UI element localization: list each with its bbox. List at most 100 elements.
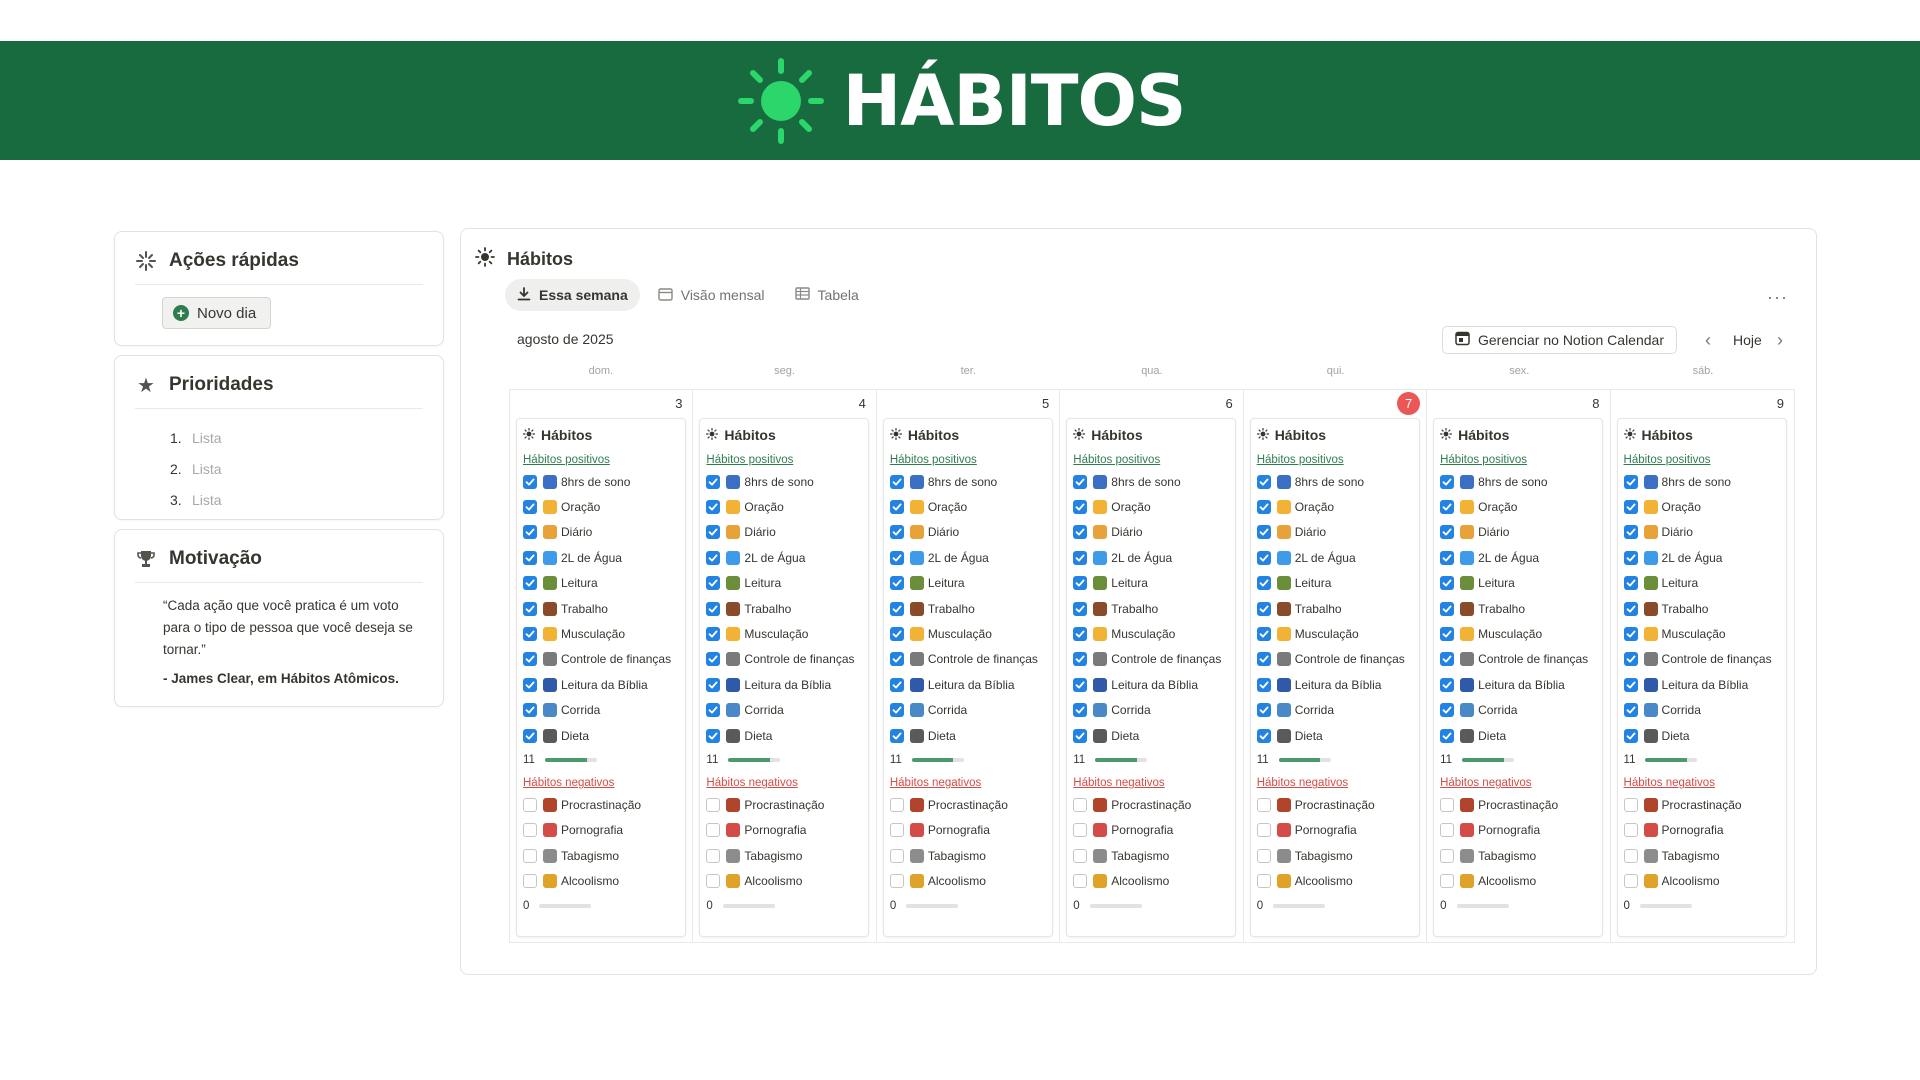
- habit-item[interactable]: Leitura da Bíblia: [523, 672, 679, 697]
- checkbox-checked[interactable]: [1073, 627, 1088, 642]
- checkbox-unchecked[interactable]: [1623, 848, 1638, 863]
- habit-item[interactable]: Procrastinação: [1073, 792, 1229, 817]
- negative-habits-label[interactable]: Hábitos negativos: [1073, 774, 1229, 792]
- habit-item[interactable]: Controle de finanças: [1623, 647, 1780, 672]
- habit-item[interactable]: Musculação: [1256, 621, 1413, 646]
- checkbox-unchecked[interactable]: [889, 823, 904, 838]
- checkbox-checked[interactable]: [1073, 703, 1088, 718]
- checkbox-checked[interactable]: [889, 550, 904, 565]
- checkbox-checked[interactable]: [1256, 652, 1271, 667]
- chevron-left-icon[interactable]: ‹: [1705, 330, 1711, 351]
- habit-item[interactable]: Leitura: [1623, 571, 1780, 596]
- checkbox-checked[interactable]: [1440, 500, 1455, 515]
- habit-item[interactable]: Pornografia: [523, 818, 679, 843]
- habit-item[interactable]: 8hrs de sono: [523, 469, 679, 494]
- checkbox-checked[interactable]: [1623, 525, 1638, 540]
- checkbox-checked[interactable]: [1256, 601, 1271, 616]
- positive-habits-label[interactable]: Hábitos positivos: [706, 451, 862, 469]
- checkbox-checked[interactable]: [1623, 627, 1638, 642]
- new-day-button[interactable]: + Novo dia: [162, 297, 272, 329]
- habit-card[interactable]: Hábitos Hábitos positivos 8hrs de sono Oraç…: [1433, 418, 1604, 937]
- habit-item[interactable]: Alcoolismo: [1256, 868, 1413, 893]
- positive-habits-label[interactable]: Hábitos positivos: [1624, 451, 1780, 469]
- today-button[interactable]: Hoje: [1733, 332, 1762, 348]
- habit-item[interactable]: 8hrs de sono: [1073, 469, 1229, 494]
- checkbox-checked[interactable]: [1440, 703, 1455, 718]
- habit-item[interactable]: Diário: [523, 520, 679, 545]
- habit-item[interactable]: Tabagismo: [1440, 843, 1596, 868]
- checkbox-unchecked[interactable]: [889, 874, 904, 889]
- tab-essa-semana[interactable]: Essa semana: [505, 279, 640, 311]
- habit-item[interactable]: Controle de finanças: [1256, 647, 1413, 672]
- checkbox-checked[interactable]: [523, 627, 537, 642]
- checkbox-unchecked[interactable]: [1073, 797, 1088, 812]
- checkbox-checked[interactable]: [706, 703, 721, 718]
- checkbox-checked[interactable]: [1623, 500, 1638, 515]
- habit-card[interactable]: Hábitos Hábitos positivos 8hrs de sono Oraç…: [1066, 418, 1237, 937]
- habit-item[interactable]: Leitura: [1256, 571, 1413, 596]
- checkbox-unchecked[interactable]: [706, 874, 721, 889]
- habit-item[interactable]: Corrida: [1623, 698, 1780, 723]
- habit-item[interactable]: Oração: [706, 494, 862, 519]
- habit-item[interactable]: Leitura da Bíblia: [1623, 672, 1780, 697]
- habit-item[interactable]: 2L de Água: [1073, 545, 1229, 570]
- checkbox-checked[interactable]: [1073, 652, 1088, 667]
- checkbox-checked[interactable]: [889, 601, 904, 616]
- checkbox-unchecked[interactable]: [1256, 823, 1271, 838]
- habit-item[interactable]: Trabalho: [1623, 596, 1780, 621]
- checkbox-checked[interactable]: [889, 677, 904, 692]
- habit-item[interactable]: Pornografia: [889, 818, 1046, 843]
- checkbox-checked[interactable]: [1440, 576, 1455, 591]
- habit-item[interactable]: Dieta: [1623, 723, 1780, 748]
- habit-item[interactable]: 2L de Água: [1623, 545, 1780, 570]
- habit-item[interactable]: Trabalho: [1073, 596, 1229, 621]
- habit-item[interactable]: Controle de finanças: [1440, 647, 1596, 672]
- habit-item[interactable]: Alcoolismo: [889, 868, 1046, 893]
- checkbox-checked[interactable]: [523, 652, 537, 667]
- habit-item[interactable]: Trabalho: [706, 596, 862, 621]
- habit-item[interactable]: Leitura da Bíblia: [706, 672, 862, 697]
- habit-item[interactable]: Musculação: [1440, 621, 1596, 646]
- checkbox-unchecked[interactable]: [889, 797, 904, 812]
- checkbox-checked[interactable]: [1440, 627, 1455, 642]
- habit-item[interactable]: Controle de finanças: [1073, 647, 1229, 672]
- habit-item[interactable]: Trabalho: [1440, 596, 1596, 621]
- checkbox-unchecked[interactable]: [523, 848, 537, 863]
- habit-card[interactable]: Hábitos Hábitos positivos 8hrs de sono Oraç…: [699, 418, 870, 937]
- habit-item[interactable]: Corrida: [1440, 698, 1596, 723]
- manage-notion-calendar-button[interactable]: Gerenciar no Notion Calendar: [1442, 326, 1677, 354]
- checkbox-checked[interactable]: [1623, 474, 1638, 489]
- habit-item[interactable]: Leitura da Bíblia: [1073, 672, 1229, 697]
- checkbox-checked[interactable]: [1623, 703, 1638, 718]
- checkbox-unchecked[interactable]: [1073, 823, 1088, 838]
- checkbox-checked[interactable]: [1073, 550, 1088, 565]
- habit-item[interactable]: Tabagismo: [1256, 843, 1413, 868]
- habit-item[interactable]: 2L de Água: [1440, 545, 1596, 570]
- habit-item[interactable]: Procrastinação: [706, 792, 862, 817]
- checkbox-checked[interactable]: [1623, 728, 1638, 743]
- checkbox-checked[interactable]: [1623, 677, 1638, 692]
- tab-tabela[interactable]: Tabela: [783, 279, 871, 311]
- habit-item[interactable]: 8hrs de sono: [1256, 469, 1413, 494]
- negative-habits-label[interactable]: Hábitos negativos: [1440, 774, 1596, 792]
- checkbox-checked[interactable]: [889, 500, 904, 515]
- habit-item[interactable]: Pornografia: [1256, 818, 1413, 843]
- habit-item[interactable]: Procrastinação: [1256, 792, 1413, 817]
- positive-habits-label[interactable]: Hábitos positivos: [1257, 451, 1413, 469]
- habit-item[interactable]: Diário: [1440, 520, 1596, 545]
- habit-item[interactable]: Alcoolismo: [1073, 868, 1229, 893]
- checkbox-checked[interactable]: [523, 703, 537, 718]
- habit-card[interactable]: Hábitos Hábitos positivos 8hrs de sono Oraç…: [1249, 418, 1420, 937]
- habit-item[interactable]: Procrastinação: [523, 792, 679, 817]
- habit-item[interactable]: Oração: [1073, 494, 1229, 519]
- checkbox-checked[interactable]: [1073, 576, 1088, 591]
- checkbox-checked[interactable]: [706, 550, 721, 565]
- checkbox-unchecked[interactable]: [523, 797, 537, 812]
- checkbox-checked[interactable]: [1256, 500, 1271, 515]
- habit-item[interactable]: Leitura: [523, 571, 679, 596]
- habit-item[interactable]: Tabagismo: [889, 843, 1046, 868]
- habit-item[interactable]: Corrida: [1256, 698, 1413, 723]
- habit-item[interactable]: 8hrs de sono: [1440, 469, 1596, 494]
- checkbox-unchecked[interactable]: [1623, 823, 1638, 838]
- positive-habits-label[interactable]: Hábitos positivos: [523, 451, 679, 469]
